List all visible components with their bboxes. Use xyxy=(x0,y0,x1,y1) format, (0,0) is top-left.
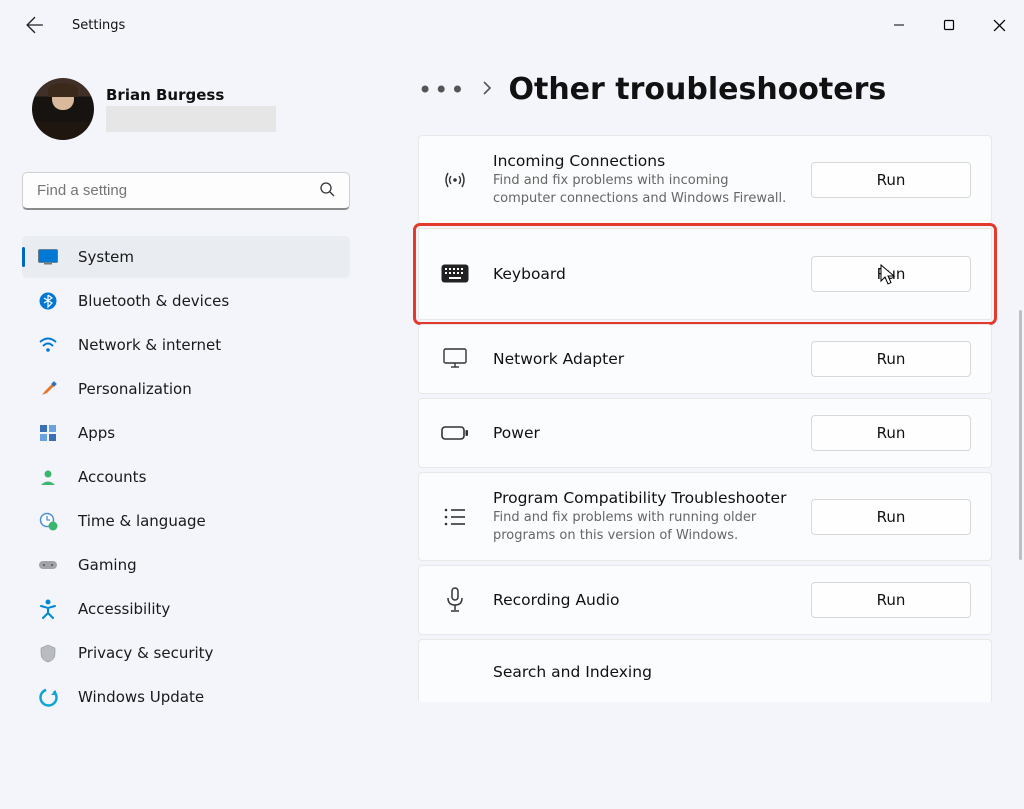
breadcrumb-more-icon[interactable]: ••• xyxy=(418,84,466,96)
run-button[interactable]: Run xyxy=(811,582,971,618)
sidebar-item-privacy[interactable]: Privacy & security xyxy=(22,632,350,674)
troubleshooter-keyboard: Keyboard Run xyxy=(418,228,992,320)
system-icon xyxy=(38,247,58,267)
antenna-icon xyxy=(441,166,469,194)
troubleshooter-title: Incoming Connections xyxy=(493,152,787,170)
sidebar-item-gaming[interactable]: Gaming xyxy=(22,544,350,586)
sidebar-item-apps[interactable]: Apps xyxy=(22,412,350,454)
sidebar-item-bluetooth[interactable]: Bluetooth & devices xyxy=(22,280,350,322)
paintbrush-icon xyxy=(38,379,58,399)
troubleshooter-power: Power Run xyxy=(418,398,992,468)
troubleshooter-title: Power xyxy=(493,424,787,442)
maximize-button[interactable] xyxy=(924,0,974,50)
sidebar-item-time-language[interactable]: Time & language xyxy=(22,500,350,542)
monitor-network-icon xyxy=(441,345,469,373)
troubleshooter-desc: Find and fix problems with incoming comp… xyxy=(493,172,787,207)
troubleshooter-title: Search and Indexing xyxy=(493,663,971,681)
person-icon xyxy=(38,467,58,487)
list-icon xyxy=(441,503,469,531)
back-button[interactable] xyxy=(26,16,44,34)
clock-globe-icon xyxy=(38,511,58,531)
sidebar-item-windows-update[interactable]: Windows Update xyxy=(22,676,350,718)
nav-list: System Bluetooth & devices Network & int… xyxy=(22,236,360,718)
troubleshooter-title: Recording Audio xyxy=(493,591,787,609)
sidebar-item-label: Windows Update xyxy=(78,688,204,706)
troubleshooter-title: Program Compatibility Troubleshooter xyxy=(493,489,787,507)
troubleshooter-recording-audio: Recording Audio Run xyxy=(418,565,992,635)
sidebar-item-label: Time & language xyxy=(78,512,206,530)
accessibility-icon xyxy=(38,599,58,619)
troubleshooter-program-compat: Program Compatibility Troubleshooter Fin… xyxy=(418,472,992,561)
minimize-button[interactable] xyxy=(874,0,924,50)
sidebar-item-label: Accessibility xyxy=(78,600,170,618)
troubleshooter-title: Keyboard xyxy=(493,265,787,283)
bluetooth-icon xyxy=(38,291,58,311)
sidebar-item-label: Privacy & security xyxy=(78,644,213,662)
keyboard-icon xyxy=(441,260,469,288)
sidebar-item-label: Accounts xyxy=(78,468,146,486)
scrollbar-thumb[interactable] xyxy=(1019,310,1022,560)
battery-icon xyxy=(441,419,469,447)
search-input[interactable] xyxy=(37,182,297,199)
run-button[interactable]: Run xyxy=(811,415,971,451)
sidebar-item-personalization[interactable]: Personalization xyxy=(22,368,350,410)
troubleshooter-search-indexing: Search and Indexing xyxy=(418,639,992,702)
troubleshooter-desc: Find and fix problems with running older… xyxy=(493,509,787,544)
placeholder-icon xyxy=(441,658,469,686)
shield-icon xyxy=(38,643,58,663)
apps-icon xyxy=(38,423,58,443)
troubleshooter-network-adapter: Network Adapter Run xyxy=(418,324,992,394)
sidebar-item-label: System xyxy=(78,248,134,266)
troubleshooter-title: Network Adapter xyxy=(493,350,787,368)
troubleshooter-incoming-connections: Incoming Connections Find and fix proble… xyxy=(418,135,992,224)
sidebar: Brian Burgess System xyxy=(0,50,370,809)
app-title: Settings xyxy=(72,18,125,33)
run-button[interactable]: Run xyxy=(811,341,971,377)
run-button[interactable]: Run xyxy=(811,499,971,535)
sidebar-item-label: Personalization xyxy=(78,380,192,398)
sidebar-item-system[interactable]: System xyxy=(22,236,350,278)
sidebar-item-accounts[interactable]: Accounts xyxy=(22,456,350,498)
run-button[interactable]: Run xyxy=(811,162,971,198)
sidebar-item-network[interactable]: Network & internet xyxy=(22,324,350,366)
profile-name: Brian Burgess xyxy=(106,86,276,104)
chevron-right-icon xyxy=(482,81,492,98)
sidebar-item-label: Network & internet xyxy=(78,336,221,354)
profile-email-redacted xyxy=(106,106,276,132)
sidebar-item-label: Gaming xyxy=(78,556,137,574)
gamepad-icon xyxy=(38,555,58,575)
sidebar-item-label: Apps xyxy=(78,424,115,442)
update-icon xyxy=(38,687,58,707)
search-icon xyxy=(319,181,335,201)
main-content: ••• Other troubleshooters Incoming Conne… xyxy=(370,50,1024,809)
page-title: Other troubleshooters xyxy=(508,72,886,107)
sidebar-item-label: Bluetooth & devices xyxy=(78,292,229,310)
close-button[interactable] xyxy=(974,0,1024,50)
breadcrumb: ••• Other troubleshooters xyxy=(418,72,1000,107)
wifi-icon xyxy=(38,335,58,355)
microphone-icon xyxy=(441,586,469,614)
profile-block[interactable]: Brian Burgess xyxy=(22,72,360,144)
titlebar: Settings xyxy=(0,0,1024,50)
sidebar-item-accessibility[interactable]: Accessibility xyxy=(22,588,350,630)
cursor-icon xyxy=(880,264,896,286)
search-input-container[interactable] xyxy=(22,172,350,210)
window-controls xyxy=(874,0,1024,50)
avatar xyxy=(32,78,94,140)
